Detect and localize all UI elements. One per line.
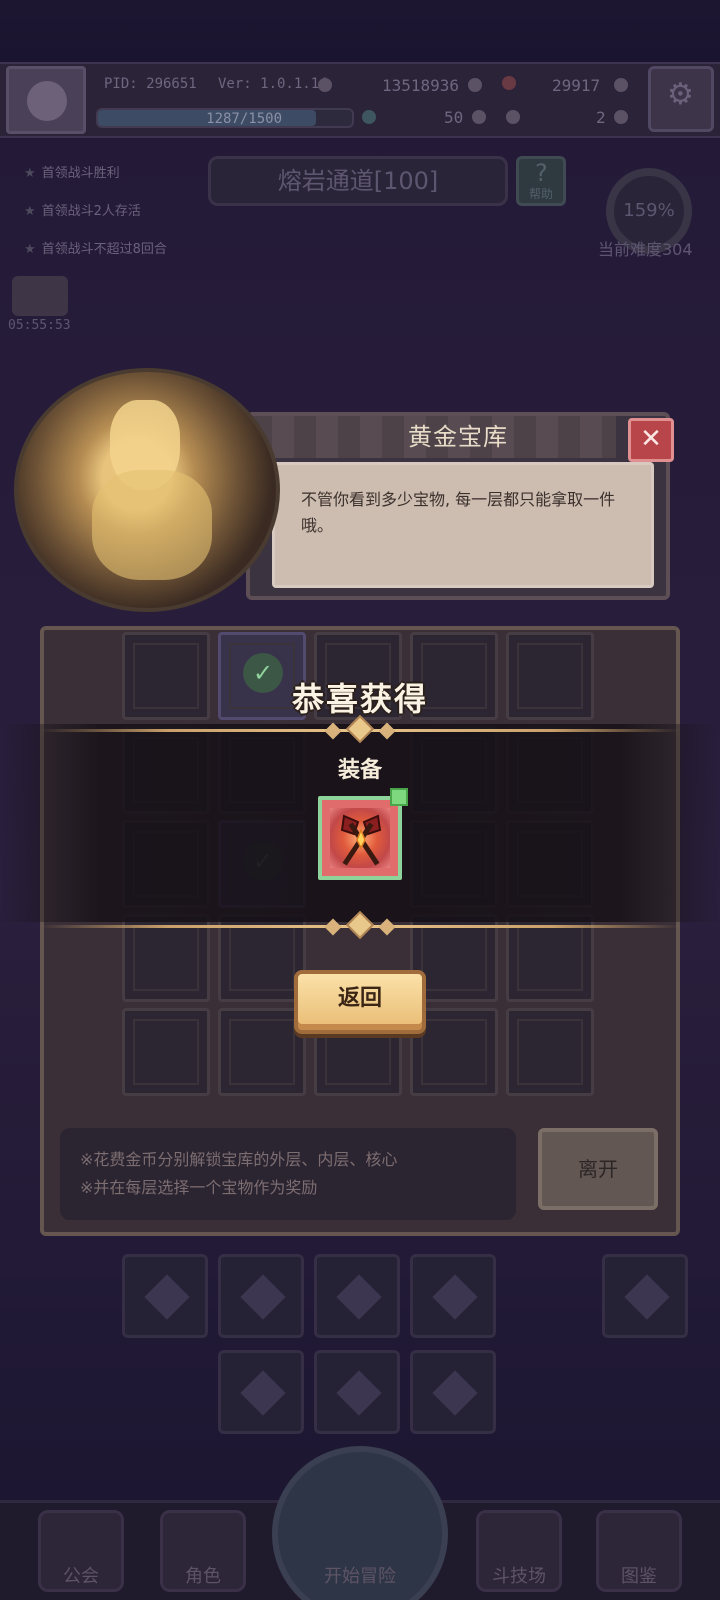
reward-type-label: 装备 [337, 758, 382, 783]
reward-title: 恭喜获得 [291, 680, 428, 718]
gem-amount: 29917 [552, 76, 601, 95]
close-icon: ✕ [640, 424, 662, 454]
add-stat-b-icon[interactable] [614, 110, 628, 124]
crossed-axes-icon [340, 814, 382, 866]
add-gold-icon[interactable] [468, 78, 482, 92]
nav-label-character: 角色 [185, 1566, 221, 1587]
star-icon: ★ [24, 242, 36, 257]
gift-icon[interactable] [12, 276, 68, 316]
vault-slot[interactable] [506, 1008, 594, 1096]
instruction-line: ※花费金币分别解锁宝库的外层、内层、核心 [80, 1150, 398, 1169]
nav-label-start: 开始冒险 [324, 1566, 396, 1587]
nav-label-codex: 图鉴 [621, 1566, 657, 1587]
gift-timer: 05:55:53 [8, 318, 71, 333]
player-avatar[interactable] [6, 66, 86, 134]
difficulty-label: 当前难度304 [598, 240, 693, 259]
vault-instructions: ※花费金币分别解锁宝库的外层、内层、核心 ※并在每层选择一个宝物作为奖励 [60, 1128, 516, 1220]
version-text: Ver: 1.0.1.14 [218, 76, 328, 92]
star-icon: ★ [24, 166, 36, 181]
key-icon [506, 110, 520, 124]
inventory-slot [218, 1350, 304, 1434]
star-icon: ★ [24, 204, 36, 219]
xp-text: 1287/1500 [206, 111, 282, 127]
vault-hint: 不管你看到多少宝物, 每一层都只能拿取一件哦。 [272, 462, 654, 588]
quest-item: ★ 首领战斗2人存活 [24, 204, 141, 219]
add-stat-a-icon[interactable] [472, 110, 486, 124]
inventory-slot [410, 1350, 496, 1434]
leave-button[interactable]: 离开 [538, 1128, 658, 1210]
close-button[interactable]: ✕ [628, 418, 674, 462]
nav-label-guild: 公会 [63, 1566, 99, 1587]
instruction-line: ※并在每层选择一个宝物作为奖励 [80, 1178, 318, 1197]
ornament-top [315, 714, 405, 744]
vault-slot[interactable] [122, 1008, 210, 1096]
inventory-slot [314, 1350, 400, 1434]
quest-item: ★ 首领战斗不超过8回合 [24, 242, 167, 257]
stat-b-value: 2 [596, 108, 606, 127]
gold-amount: 13518936 [382, 76, 460, 95]
return-button[interactable]: 返回 [294, 970, 426, 1034]
stat-a-value: 50 [444, 108, 464, 127]
energy-icon [362, 110, 376, 124]
copy-icon[interactable] [318, 78, 332, 92]
reward-item[interactable] [318, 796, 402, 880]
inventory-slot [602, 1254, 688, 1338]
inventory-slot [314, 1254, 400, 1338]
quest-item: ★ 首领战斗胜利 [24, 166, 120, 181]
gem-icon [502, 76, 516, 90]
xp-bar: 1287/1500 [96, 108, 354, 128]
vault-title: 黄金宝库 [408, 423, 508, 451]
settings-button[interactable] [648, 66, 714, 132]
inventory-slot [122, 1254, 208, 1338]
inventory-slot [410, 1254, 496, 1338]
mascot-body [92, 470, 212, 580]
help-button[interactable]: 帮助 [516, 156, 566, 206]
inventory-slot [218, 1254, 304, 1338]
ornament-bottom [315, 910, 405, 940]
add-gem-icon[interactable] [614, 78, 628, 92]
stage-name: 熔岩通道[100] [208, 156, 508, 206]
nav-label-arena: 斗技场 [492, 1566, 546, 1587]
new-badge-icon [390, 788, 408, 806]
player-id: PID: 296651 [104, 76, 197, 92]
vault-slot[interactable] [218, 1008, 306, 1096]
